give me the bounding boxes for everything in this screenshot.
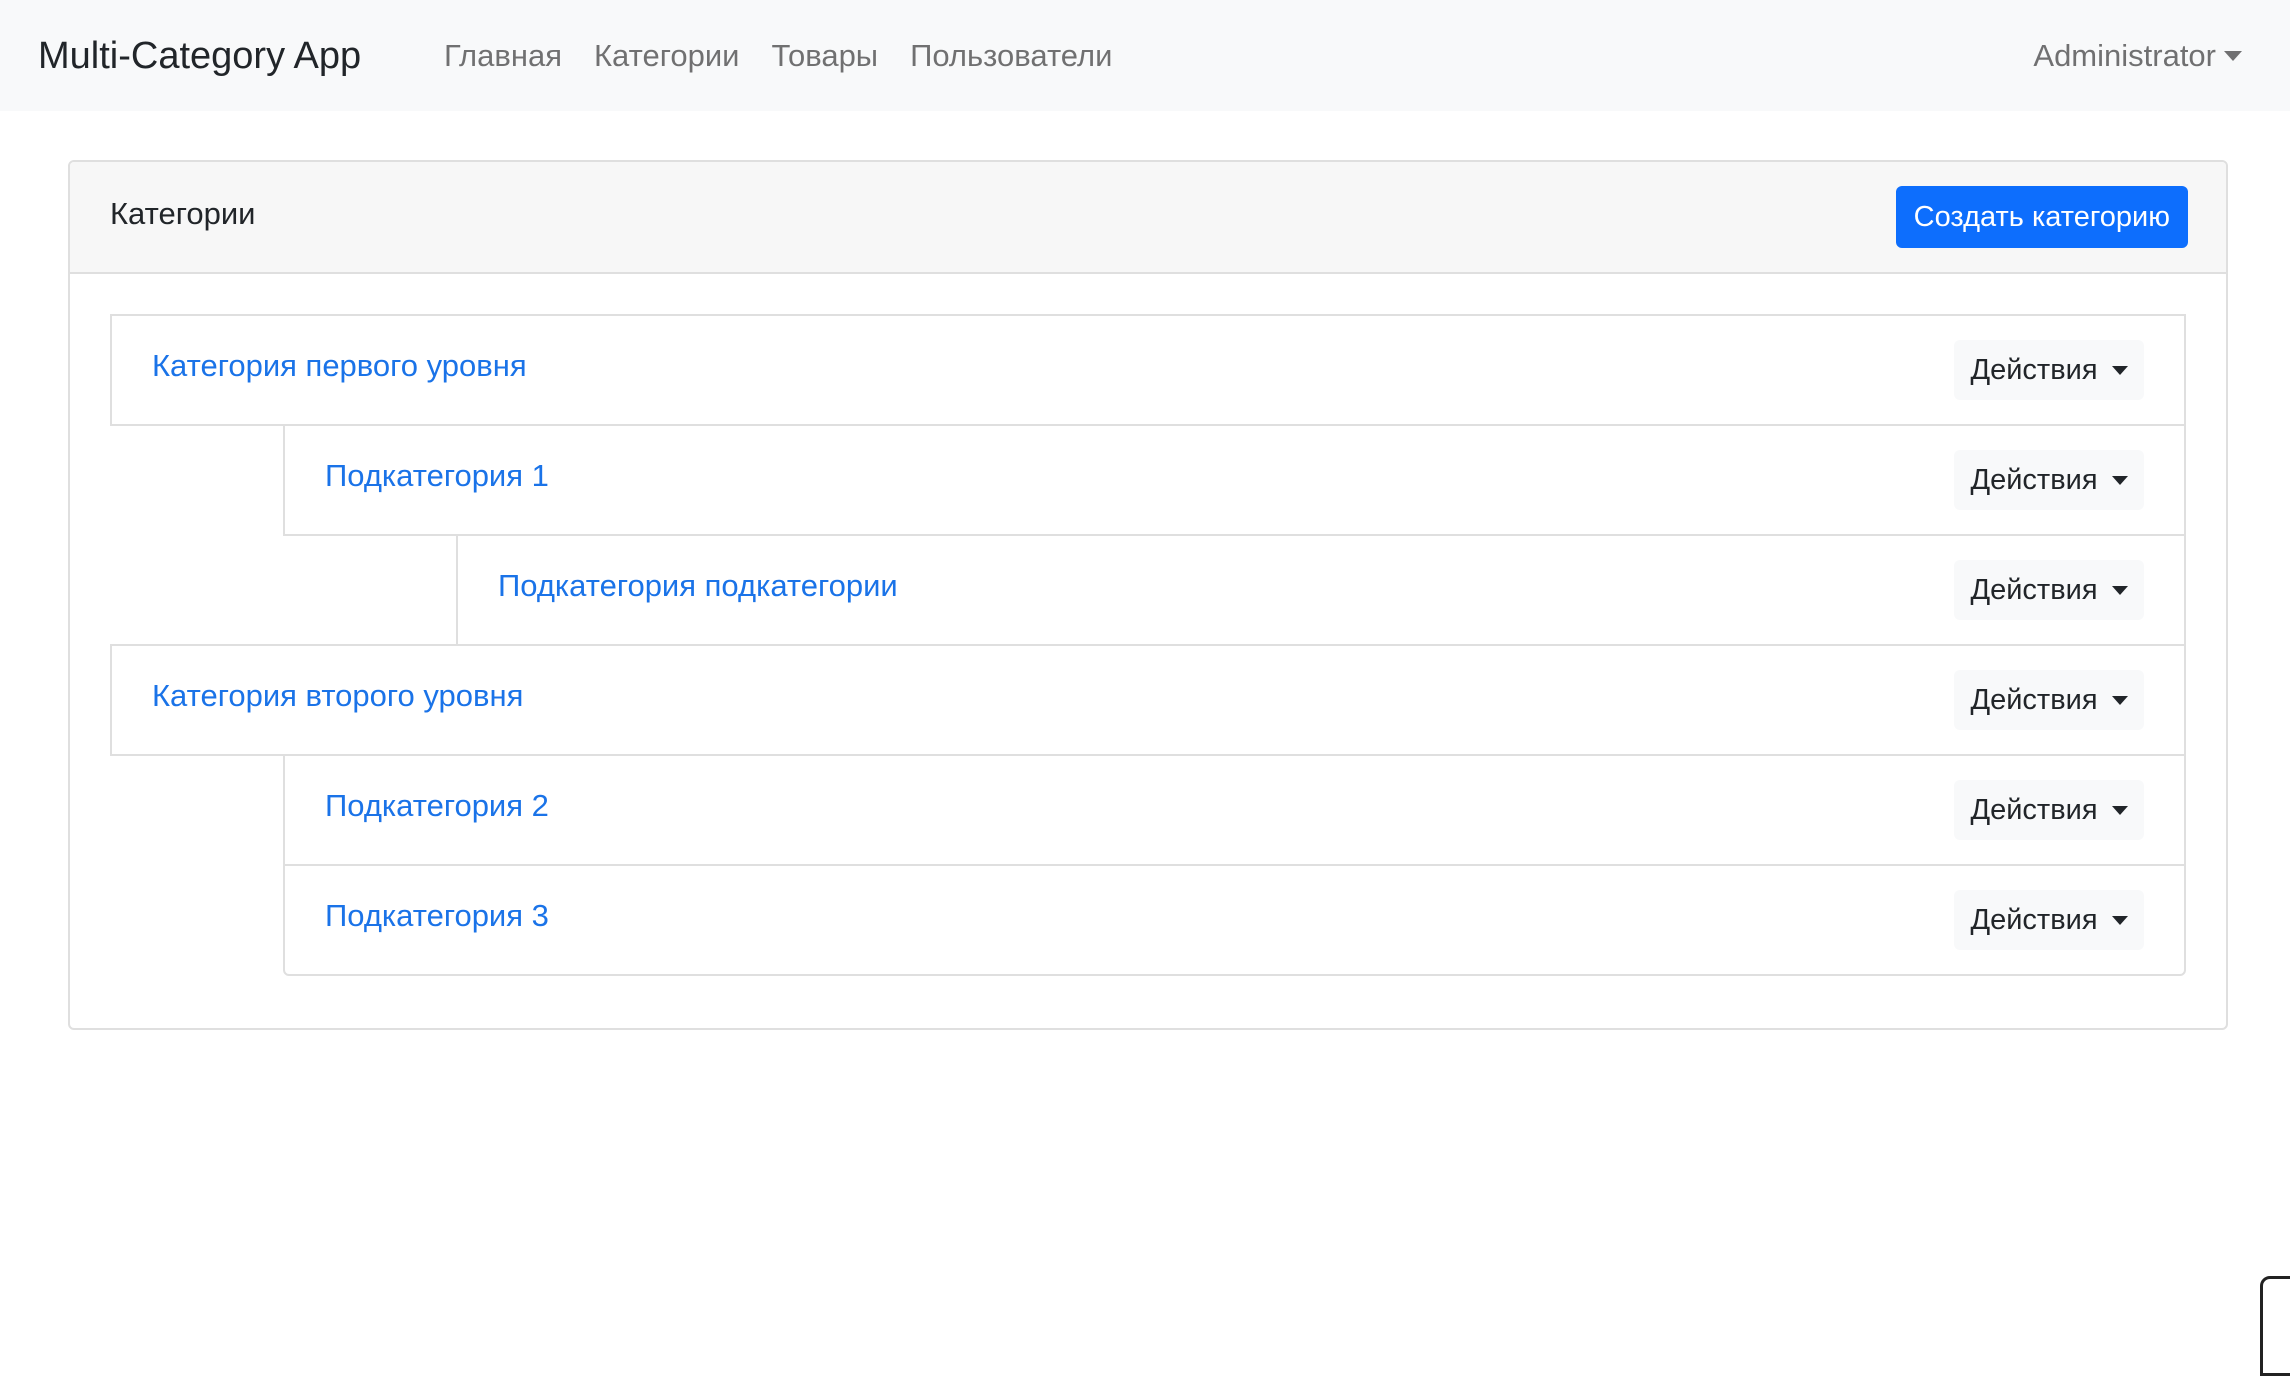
create-category-button[interactable]: Создать категорию <box>1895 186 2188 248</box>
actions-label: Действия <box>1970 353 2098 386</box>
category-row: Подкатегория 2 Действия <box>283 754 2186 866</box>
chevron-down-icon <box>2111 585 2128 595</box>
screenshot-thumbnail[interactable] <box>2260 1276 2290 1376</box>
actions-dropdown-button[interactable]: Действия <box>1954 450 2144 510</box>
category-row: Категория первого уровня Действия <box>110 314 2186 426</box>
category-row: Категория второго уровня Действия <box>110 644 2186 756</box>
actions-dropdown-button[interactable]: Действия <box>1954 890 2144 950</box>
category-link[interactable]: Категория второго уровня <box>152 676 523 716</box>
categories-card: Категории Создать категорию Категория пе… <box>68 160 2228 1030</box>
card-title: Категории <box>110 196 256 231</box>
category-link[interactable]: Подкатегория 3 <box>325 896 549 936</box>
nav-link-categories[interactable]: Категории <box>594 38 739 74</box>
user-name: Administrator <box>2033 38 2216 73</box>
nav-link-users[interactable]: Пользователи <box>910 38 1112 74</box>
chevron-down-icon <box>2111 695 2128 705</box>
user-menu-dropdown[interactable]: Administrator <box>2033 38 2242 74</box>
actions-label: Действия <box>1970 463 2098 496</box>
chevron-down-icon <box>2111 915 2128 925</box>
chevron-down-icon <box>2224 51 2242 61</box>
brand-link[interactable]: Multi-Category App <box>38 30 361 82</box>
actions-label: Действия <box>1970 793 2098 826</box>
actions-dropdown-button[interactable]: Действия <box>1954 670 2144 730</box>
actions-dropdown-button[interactable]: Действия <box>1954 780 2144 840</box>
chevron-down-icon <box>2111 475 2128 485</box>
category-link[interactable]: Подкатегория 1 <box>325 456 549 496</box>
category-row: Подкатегория 1 Действия <box>283 424 2186 536</box>
actions-dropdown-button[interactable]: Действия <box>1954 340 2144 400</box>
actions-label: Действия <box>1970 903 2098 936</box>
chevron-down-icon <box>2111 805 2128 815</box>
category-row: Подкатегория 3 Действия <box>283 864 2186 976</box>
category-link[interactable]: Подкатегория подкатегории <box>498 566 898 606</box>
nav-link-home[interactable]: Главная <box>444 38 562 74</box>
actions-label: Действия <box>1970 573 2098 606</box>
nav-link-products[interactable]: Товары <box>771 38 878 74</box>
card-header: Категории Создать категорию <box>70 162 2226 274</box>
category-link[interactable]: Категория первого уровня <box>152 346 527 386</box>
actions-dropdown-button[interactable]: Действия <box>1954 560 2144 620</box>
category-row: Подкатегория подкатегории Действия <box>456 534 2186 646</box>
actions-label: Действия <box>1970 683 2098 716</box>
nav-links: Главная Категории Товары Пользователи <box>444 38 1144 74</box>
category-link[interactable]: Подкатегория 2 <box>325 786 549 826</box>
top-navbar: Multi-Category App Главная Категории Тов… <box>0 0 2290 111</box>
chevron-down-icon <box>2111 365 2128 375</box>
